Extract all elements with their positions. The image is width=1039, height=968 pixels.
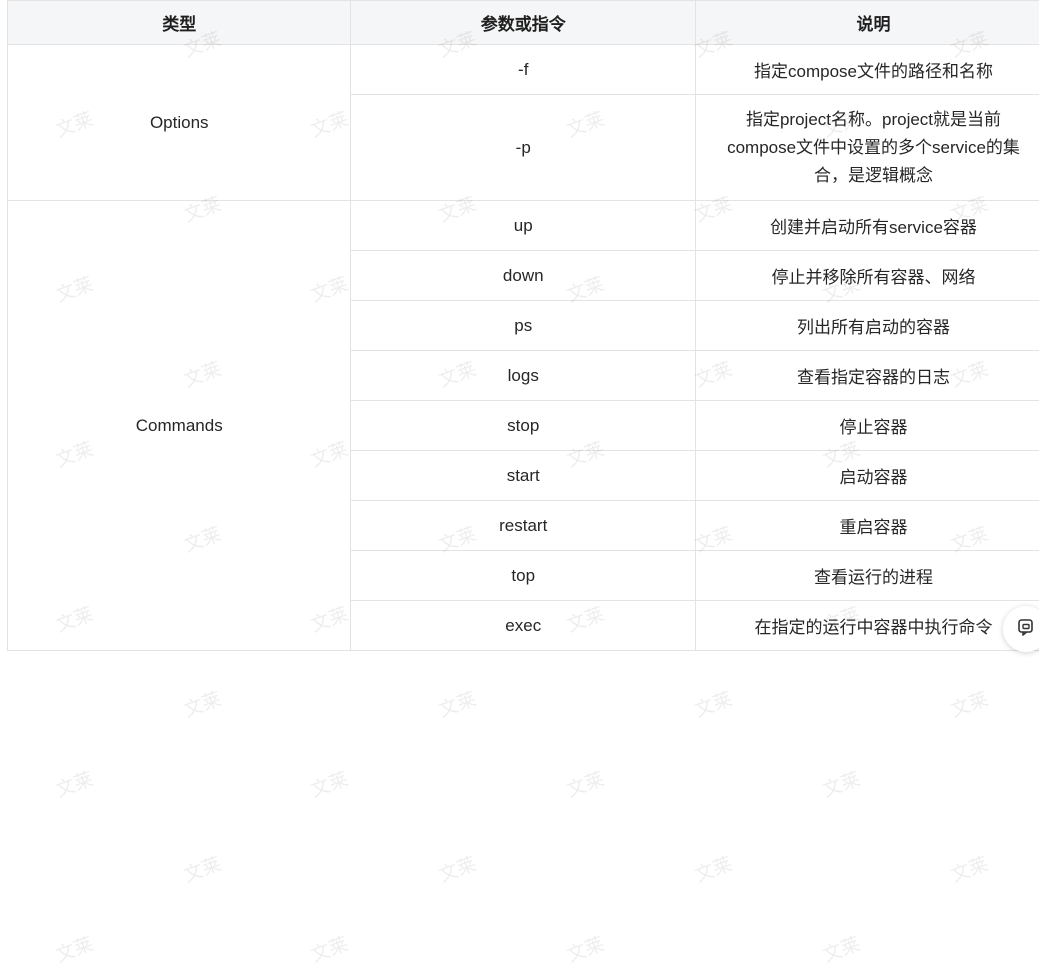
desc-cell: 在指定的运行中容器中执行命令: [696, 601, 1039, 651]
desc-cell: 停止并移除所有容器、网络: [696, 251, 1039, 301]
arg-cell: up: [351, 201, 696, 251]
desc-cell: 创建并启动所有service容器: [696, 201, 1039, 251]
watermark-text: 文莱: [563, 764, 608, 802]
watermark-text: 文莱: [691, 684, 736, 722]
arg-cell: top: [351, 551, 696, 601]
table-body: Options -f 指定compose文件的路径和名称 -p 指定projec…: [8, 45, 1039, 651]
table-header: 类型 参数或指令 说明: [8, 1, 1039, 45]
watermark-text: 文莱: [435, 684, 480, 722]
arg-cell: restart: [351, 501, 696, 551]
desc-cell: 查看指定容器的日志: [696, 351, 1039, 401]
watermark-text: 文莱: [307, 764, 352, 802]
arg-cell: ps: [351, 301, 696, 351]
watermark-text: 文莱: [947, 684, 992, 722]
watermark-text: 文莱: [819, 929, 864, 967]
watermark-text: 文莱: [947, 849, 992, 887]
desc-line: 合，是逻辑概念: [710, 162, 1037, 190]
comment-icon: [1017, 618, 1035, 641]
type-cell-options: Options: [8, 45, 351, 201]
watermark-text: 文莱: [563, 929, 608, 967]
arg-cell: -f: [351, 45, 696, 95]
desc-cell: 列出所有启动的容器: [696, 301, 1039, 351]
watermark-text: 文莱: [307, 929, 352, 967]
arg-cell: start: [351, 451, 696, 501]
type-cell-commands: Commands: [8, 201, 351, 651]
command-table: 类型 参数或指令 说明 Options -f 指定compose文件的路径和名称…: [7, 0, 1039, 651]
header-desc: 说明: [696, 1, 1039, 45]
desc-cell: 指定project名称。project就是当前 compose文件中设置的多个s…: [696, 95, 1039, 201]
arg-cell: exec: [351, 601, 696, 651]
watermark-text: 文莱: [691, 849, 736, 887]
watermark-text: 文莱: [52, 764, 97, 802]
desc-cell: 停止容器: [696, 401, 1039, 451]
header-row: 类型 参数或指令 说明: [8, 1, 1039, 45]
desc-cell: 重启容器: [696, 501, 1039, 551]
watermark-text: 文莱: [52, 929, 97, 967]
watermark-text: 文莱: [435, 849, 480, 887]
arg-cell: -p: [351, 95, 696, 201]
desc-line: compose文件中设置的多个service的集: [710, 134, 1037, 162]
arg-cell: logs: [351, 351, 696, 401]
desc-cell: 查看运行的进程: [696, 551, 1039, 601]
watermark-text: 文莱: [180, 849, 225, 887]
desc-line: 指定project名称。project就是当前: [710, 106, 1037, 134]
arg-cell: stop: [351, 401, 696, 451]
table-row: Options -f 指定compose文件的路径和名称: [8, 45, 1039, 95]
header-arg: 参数或指令: [351, 1, 696, 45]
header-type: 类型: [8, 1, 351, 45]
arg-cell: down: [351, 251, 696, 301]
watermark-text: 文莱: [180, 684, 225, 722]
desc-cell: 指定compose文件的路径和名称: [696, 45, 1039, 95]
table-row: Commands up 创建并启动所有service容器: [8, 201, 1039, 251]
desc-cell: 启动容器: [696, 451, 1039, 501]
watermark-text: 文莱: [819, 764, 864, 802]
